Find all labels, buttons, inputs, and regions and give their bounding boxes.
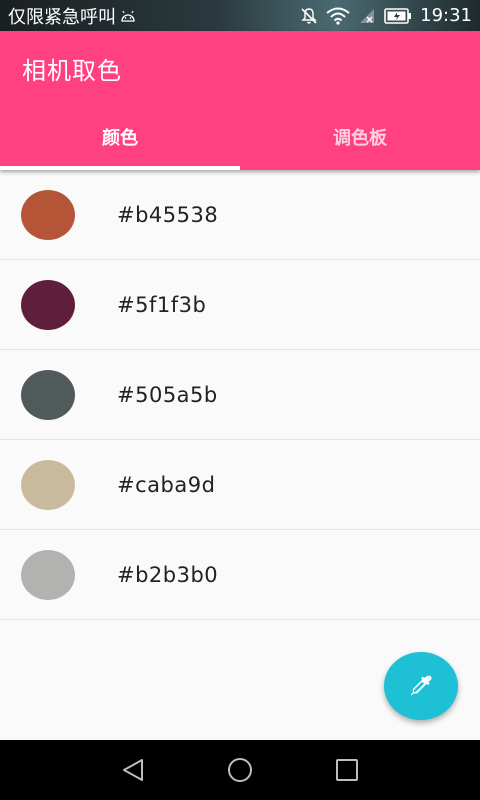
list-item[interactable]: #5f1f3b [0, 260, 480, 350]
android-icon [120, 10, 136, 22]
app-title: 相机取色 [22, 57, 122, 85]
list-item[interactable]: #b45538 [0, 170, 480, 260]
tab-colors-label: 颜色 [102, 127, 138, 149]
home-icon [226, 756, 254, 784]
wifi-icon [326, 7, 350, 25]
pick-color-fab[interactable] [384, 652, 458, 720]
app-screen: 仅限紧急呼叫 19:31 相机取色 颜色 调色板 #b45538 #5f1f3b… [0, 0, 480, 800]
navigation-bar [0, 740, 480, 800]
color-list: #b45538 #5f1f3b #505a5b #caba9d #b2b3b0 [0, 170, 480, 620]
list-item[interactable]: #505a5b [0, 350, 480, 440]
tab-bar: 颜色 调色板 [0, 103, 480, 170]
list-item[interactable]: #b2b3b0 [0, 530, 480, 620]
color-swatch [21, 459, 75, 510]
mute-icon [300, 7, 318, 25]
list-item[interactable]: #caba9d [0, 440, 480, 530]
color-hex-label: #b45538 [117, 202, 219, 227]
color-hex-label: #505a5b [117, 382, 218, 407]
color-hex-label: #b2b3b0 [117, 562, 219, 587]
no-signal-icon [358, 7, 376, 25]
color-swatch [21, 189, 75, 240]
back-icon [120, 757, 146, 783]
back-button[interactable] [119, 756, 147, 784]
status-right: 19:31 [300, 5, 472, 26]
status-bar: 仅限紧急呼叫 19:31 [0, 0, 480, 31]
color-swatch [21, 549, 75, 600]
color-hex-label: #5f1f3b [117, 292, 207, 317]
home-button[interactable] [226, 756, 254, 784]
color-swatch [21, 279, 75, 330]
color-swatch [21, 369, 75, 420]
eyedropper-icon [407, 672, 435, 700]
recents-icon [334, 757, 360, 783]
battery-icon [384, 7, 412, 24]
clock: 19:31 [420, 5, 472, 26]
app-bar: 相机取色 颜色 调色板 [0, 31, 480, 170]
tab-palette-label: 调色板 [333, 127, 387, 149]
recents-button[interactable] [333, 756, 361, 784]
color-hex-label: #caba9d [117, 472, 216, 497]
status-left: 仅限紧急呼叫 [8, 3, 136, 29]
tab-palette[interactable]: 调色板 [240, 103, 480, 170]
carrier-text: 仅限紧急呼叫 [8, 6, 116, 28]
tab-colors[interactable]: 颜色 [0, 103, 240, 170]
